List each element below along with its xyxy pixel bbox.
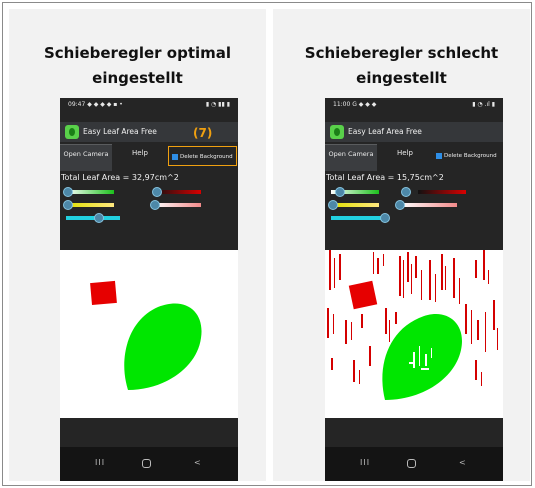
slider-green-knob[interactable] bbox=[335, 187, 345, 197]
phone-screenshot: 11:00 G ◆ ◆ ◆ ▮ ◔ .ıl ▮ Easy Leaf Area F… bbox=[325, 98, 503, 481]
slider-pink-track[interactable] bbox=[153, 203, 201, 207]
app-bar: Easy Leaf Area Free bbox=[325, 122, 503, 142]
leaf-logo-icon bbox=[330, 125, 344, 139]
help-button[interactable]: Help bbox=[114, 144, 166, 170]
slider-red-knob[interactable] bbox=[401, 187, 411, 197]
status-bar: 11:00 G ◆ ◆ ◆ ▮ ◔ .ıl ▮ bbox=[325, 98, 503, 112]
slider-cyan-knob[interactable] bbox=[94, 213, 104, 223]
figure-frame: Schieberegler optimal eingestellt 09:47 … bbox=[2, 2, 532, 486]
slider-cyan-knob[interactable] bbox=[380, 213, 390, 223]
slider-yellow-track[interactable] bbox=[66, 203, 114, 207]
status-icons: ▮ ◔ ▮▮ ▮ bbox=[205, 101, 230, 108]
slider-green-track[interactable] bbox=[66, 190, 114, 194]
checkbox-icon[interactable] bbox=[436, 152, 442, 159]
leaf-area-readout: Total Leaf Area = 15,75cm^2 bbox=[326, 173, 444, 182]
step-badge: (7) bbox=[193, 126, 213, 140]
app-title: Easy Leaf Area Free bbox=[348, 127, 422, 136]
open-camera-button[interactable]: Open Camera bbox=[60, 144, 112, 171]
status-time: 09:47 ◆ ◆ ◆ ◆ ▪ • bbox=[68, 101, 123, 108]
reference-square bbox=[348, 280, 378, 310]
slider-yellow-knob[interactable] bbox=[63, 200, 73, 210]
delete-background-label: Delete Background bbox=[444, 153, 497, 159]
slider-pink-knob[interactable] bbox=[150, 200, 160, 210]
slider-yellow-track[interactable] bbox=[331, 203, 379, 207]
panel-heading: Schieberegler optimal eingestellt bbox=[43, 44, 232, 87]
slider-yellow-knob[interactable] bbox=[328, 200, 338, 210]
leaf-logo-icon bbox=[65, 125, 79, 139]
slider-cyan-track[interactable] bbox=[331, 216, 385, 220]
status-bar: 09:47 ◆ ◆ ◆ ◆ ▪ • ▮ ◔ ▮▮ ▮ bbox=[60, 98, 238, 112]
slider-red-track[interactable] bbox=[418, 190, 466, 194]
delete-background-label: Delete Background bbox=[180, 154, 233, 160]
leaf-shape bbox=[382, 313, 462, 400]
home-icon[interactable] bbox=[407, 459, 416, 468]
home-icon[interactable] bbox=[142, 459, 151, 468]
slider-cyan-track[interactable] bbox=[66, 216, 120, 220]
slider-pink-track[interactable] bbox=[401, 203, 457, 207]
app-bar: Easy Leaf Area Free (7) bbox=[60, 122, 238, 142]
panel-poor: Schieberegler schlecht eingestellt 11:00… bbox=[273, 9, 530, 481]
back-icon[interactable]: < bbox=[194, 458, 201, 467]
slider-red-knob[interactable] bbox=[152, 187, 162, 197]
reference-square bbox=[90, 280, 117, 306]
back-icon[interactable]: < bbox=[459, 458, 466, 467]
android-navigation-bar: III < bbox=[325, 447, 503, 481]
status-icons: ▮ ◔ .ıl ▮ bbox=[472, 101, 495, 108]
app-title: Easy Leaf Area Free bbox=[83, 127, 157, 136]
recent-apps-icon[interactable]: III bbox=[360, 458, 370, 467]
status-time: 11:00 G ◆ ◆ ◆ bbox=[333, 101, 377, 108]
android-navigation-bar: III < bbox=[60, 447, 238, 481]
help-button[interactable]: Help bbox=[379, 144, 431, 170]
processed-image bbox=[60, 250, 238, 418]
panel-heading: Schieberegler schlecht eingestellt bbox=[304, 44, 499, 87]
slider-pink-knob[interactable] bbox=[395, 200, 405, 210]
panel-optimal: Schieberegler optimal eingestellt 09:47 … bbox=[9, 9, 266, 481]
open-camera-button[interactable]: Open Camera bbox=[325, 144, 377, 171]
delete-background-toggle[interactable]: Delete Background bbox=[168, 146, 237, 166]
recent-apps-icon[interactable]: III bbox=[95, 458, 105, 467]
checkbox-icon[interactable] bbox=[172, 153, 178, 160]
processed-image bbox=[325, 250, 503, 418]
button-row: Open Camera Help Delete Background bbox=[325, 144, 503, 171]
phone-screenshot: 09:47 ◆ ◆ ◆ ◆ ▪ • ▮ ◔ ▮▮ ▮ Easy Leaf Are… bbox=[60, 98, 238, 481]
button-row: Open Camera Help Delete Background bbox=[60, 144, 238, 171]
segmentation-view bbox=[90, 280, 202, 390]
leaf-area-readout: Total Leaf Area = 32,97cm^2 bbox=[61, 173, 179, 182]
slider-green-knob[interactable] bbox=[63, 187, 73, 197]
leaf-shape bbox=[124, 303, 202, 390]
delete-background-toggle[interactable]: Delete Background bbox=[433, 146, 502, 166]
segmentation-view bbox=[327, 250, 498, 400]
